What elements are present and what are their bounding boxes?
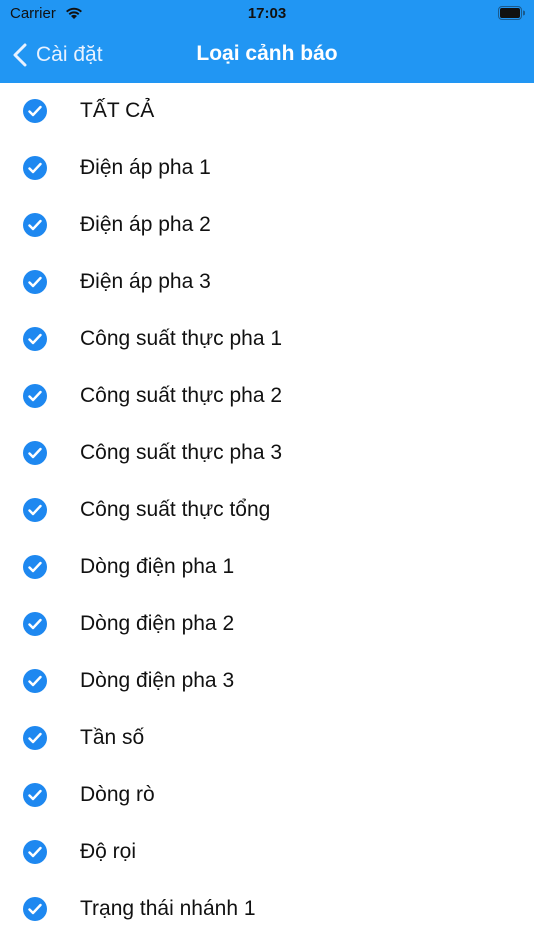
list-item-label: Công suất thực pha 1 bbox=[80, 326, 283, 350]
checkmark-circle-icon[interactable] bbox=[23, 611, 47, 636]
list-item[interactable]: Dòng điện pha 1 bbox=[0, 538, 534, 595]
list-item-label: Tần số bbox=[80, 725, 145, 749]
checkmark-circle-icon[interactable] bbox=[23, 440, 47, 465]
list-item[interactable]: Dòng rò bbox=[0, 766, 534, 823]
alert-type-list: TẤT CẢ Điện áp pha 1 Điện áp pha 2 Điện áp … bbox=[0, 83, 534, 937]
checkmark-circle-icon[interactable] bbox=[23, 326, 47, 351]
list-item[interactable]: Công suất thực pha 1 bbox=[0, 310, 534, 367]
checkmark-circle-icon[interactable] bbox=[23, 725, 47, 750]
list-item-label: TẤT CẢ bbox=[80, 99, 155, 122]
list-item-label: Công suất thực tổng bbox=[80, 497, 271, 521]
list-item[interactable]: Công suất thực tổng bbox=[0, 481, 534, 538]
list-item[interactable]: Điện áp pha 3 bbox=[0, 253, 534, 310]
list-item-label: Điện áp pha 3 bbox=[80, 269, 211, 293]
list-item-label: Dòng điện pha 1 bbox=[80, 554, 235, 578]
checkmark-circle-icon[interactable] bbox=[23, 212, 47, 237]
list-item[interactable]: TẤT CẢ bbox=[0, 83, 534, 139]
list-item[interactable]: Công suất thực pha 2 bbox=[0, 367, 534, 424]
list-item-label: Dòng điện pha 3 bbox=[80, 668, 235, 692]
list-item-label: Công suất thực pha 2 bbox=[80, 383, 283, 407]
clock: 17:03 bbox=[247, 5, 287, 22]
list-item-label: Độ rọi bbox=[80, 839, 137, 863]
list-item[interactable]: Độ rọi bbox=[0, 823, 534, 880]
list-item-label: Dòng rò bbox=[80, 782, 155, 806]
page-title: Loại cảnh báo bbox=[196, 42, 338, 65]
list-item-label: Điện áp pha 1 bbox=[80, 155, 211, 179]
checkmark-circle-icon[interactable] bbox=[23, 896, 47, 921]
list-item-label: Trạng thái nhánh 1 bbox=[80, 896, 256, 920]
checkmark-circle-icon[interactable] bbox=[23, 554, 47, 579]
checkmark-circle-icon[interactable] bbox=[23, 668, 47, 693]
checkmark-circle-icon[interactable] bbox=[23, 269, 47, 294]
list-item[interactable]: Dòng điện pha 2 bbox=[0, 595, 534, 652]
checkmark-circle-icon[interactable] bbox=[23, 99, 47, 123]
list-item[interactable]: Công suất thực pha 3 bbox=[0, 424, 534, 481]
status-bar: Carrier 17:03 bbox=[0, 0, 534, 28]
header: Carrier 17:03 Cài đặt Loại cảnh báo bbox=[0, 0, 534, 83]
list-item[interactable]: Trạng thái nhánh 1 bbox=[0, 880, 534, 937]
battery-icon bbox=[498, 6, 525, 20]
list-item[interactable]: Điện áp pha 2 bbox=[0, 196, 534, 253]
list-item-label: Công suất thực pha 3 bbox=[80, 440, 283, 464]
checkmark-circle-icon[interactable] bbox=[23, 497, 47, 522]
navigation-bar: Cài đặt Loại cảnh báo bbox=[0, 28, 534, 83]
checkmark-circle-icon[interactable] bbox=[23, 782, 47, 807]
checkmark-circle-icon[interactable] bbox=[23, 383, 47, 408]
list-item[interactable]: Dòng điện pha 3 bbox=[0, 652, 534, 709]
list-item-label: Dòng điện pha 2 bbox=[80, 611, 235, 635]
checkmark-circle-icon[interactable] bbox=[23, 839, 47, 864]
checkmark-circle-icon[interactable] bbox=[23, 155, 47, 180]
list-item[interactable]: Điện áp pha 1 bbox=[0, 139, 534, 196]
list-item[interactable]: Tần số bbox=[0, 709, 534, 766]
list-item-label: Điện áp pha 2 bbox=[80, 212, 211, 236]
